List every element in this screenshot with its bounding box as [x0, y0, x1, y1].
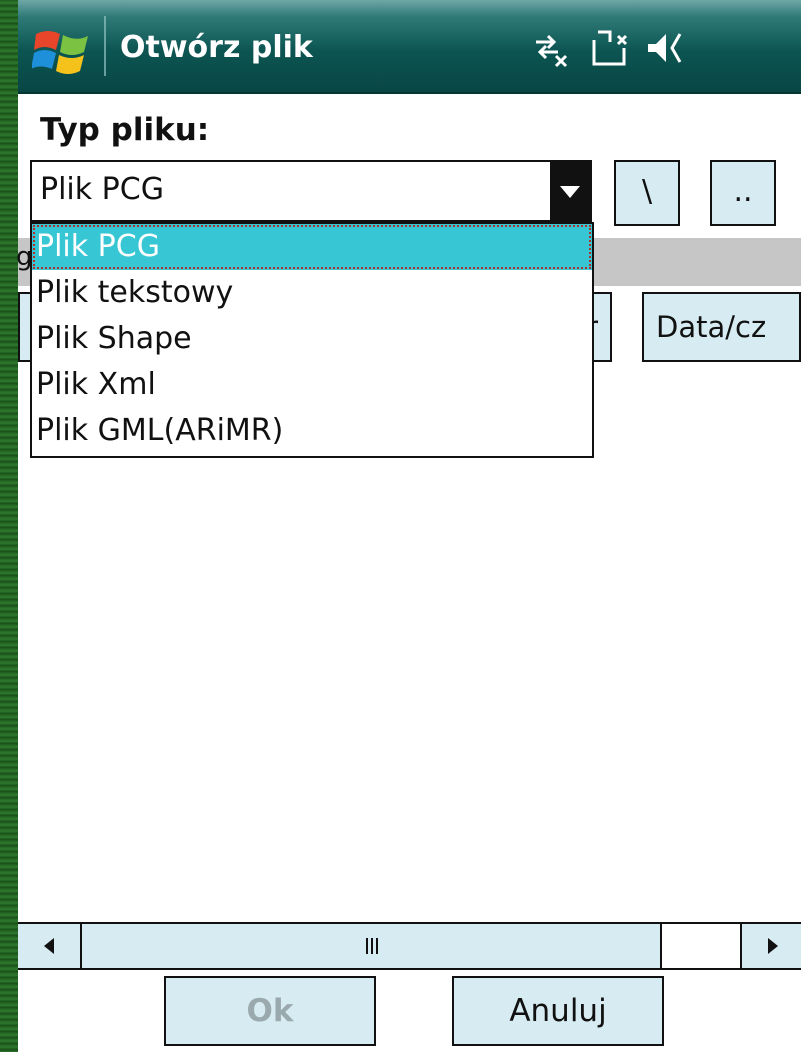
scrollbar-thumb[interactable] — [82, 924, 662, 968]
title-separator — [104, 16, 106, 76]
left-edge-strip — [0, 0, 18, 1052]
dropdown-option[interactable]: Plik GML(ARiMR) — [32, 408, 592, 454]
file-type-select[interactable]: Plik PCG — [30, 160, 592, 222]
horizontal-scrollbar[interactable] — [18, 922, 801, 970]
column-header-date-label: Data/cz — [656, 310, 767, 344]
arrow-left-icon — [44, 938, 54, 954]
window-title: Otwórz plik — [120, 30, 313, 65]
file-type-selected-value: Plik PCG — [40, 172, 164, 207]
root-folder-button[interactable]: \ — [614, 160, 680, 226]
dropdown-option[interactable]: Plik PCG — [32, 224, 592, 270]
title-bar: Otwórz plik — [18, 0, 801, 94]
sync-icon[interactable] — [588, 28, 632, 68]
volume-icon[interactable] — [644, 28, 688, 68]
cancel-button[interactable]: Anuluj — [452, 976, 664, 1046]
file-type-label: Typ pliku: — [40, 112, 210, 148]
ok-button[interactable]: Ok — [164, 976, 376, 1046]
dropdown-option[interactable]: Plik Xml — [32, 362, 592, 408]
arrow-right-icon — [768, 938, 778, 954]
scrollbar-track[interactable] — [662, 924, 742, 968]
column-header-date[interactable]: Data/cz — [642, 292, 801, 362]
scroll-right-button[interactable] — [740, 924, 801, 968]
chevron-down-icon[interactable] — [550, 162, 590, 220]
windows-start-icon[interactable] — [32, 24, 92, 78]
network-disconnected-icon[interactable] — [528, 28, 572, 68]
parent-folder-button[interactable]: .. — [710, 160, 776, 226]
dropdown-option[interactable]: Plik tekstowy — [32, 270, 592, 316]
file-type-dropdown-list[interactable]: Plik PCG Plik tekstowy Plik Shape Plik X… — [30, 222, 594, 458]
dropdown-option[interactable]: Plik Shape — [32, 316, 592, 362]
scroll-left-button[interactable] — [18, 924, 82, 968]
